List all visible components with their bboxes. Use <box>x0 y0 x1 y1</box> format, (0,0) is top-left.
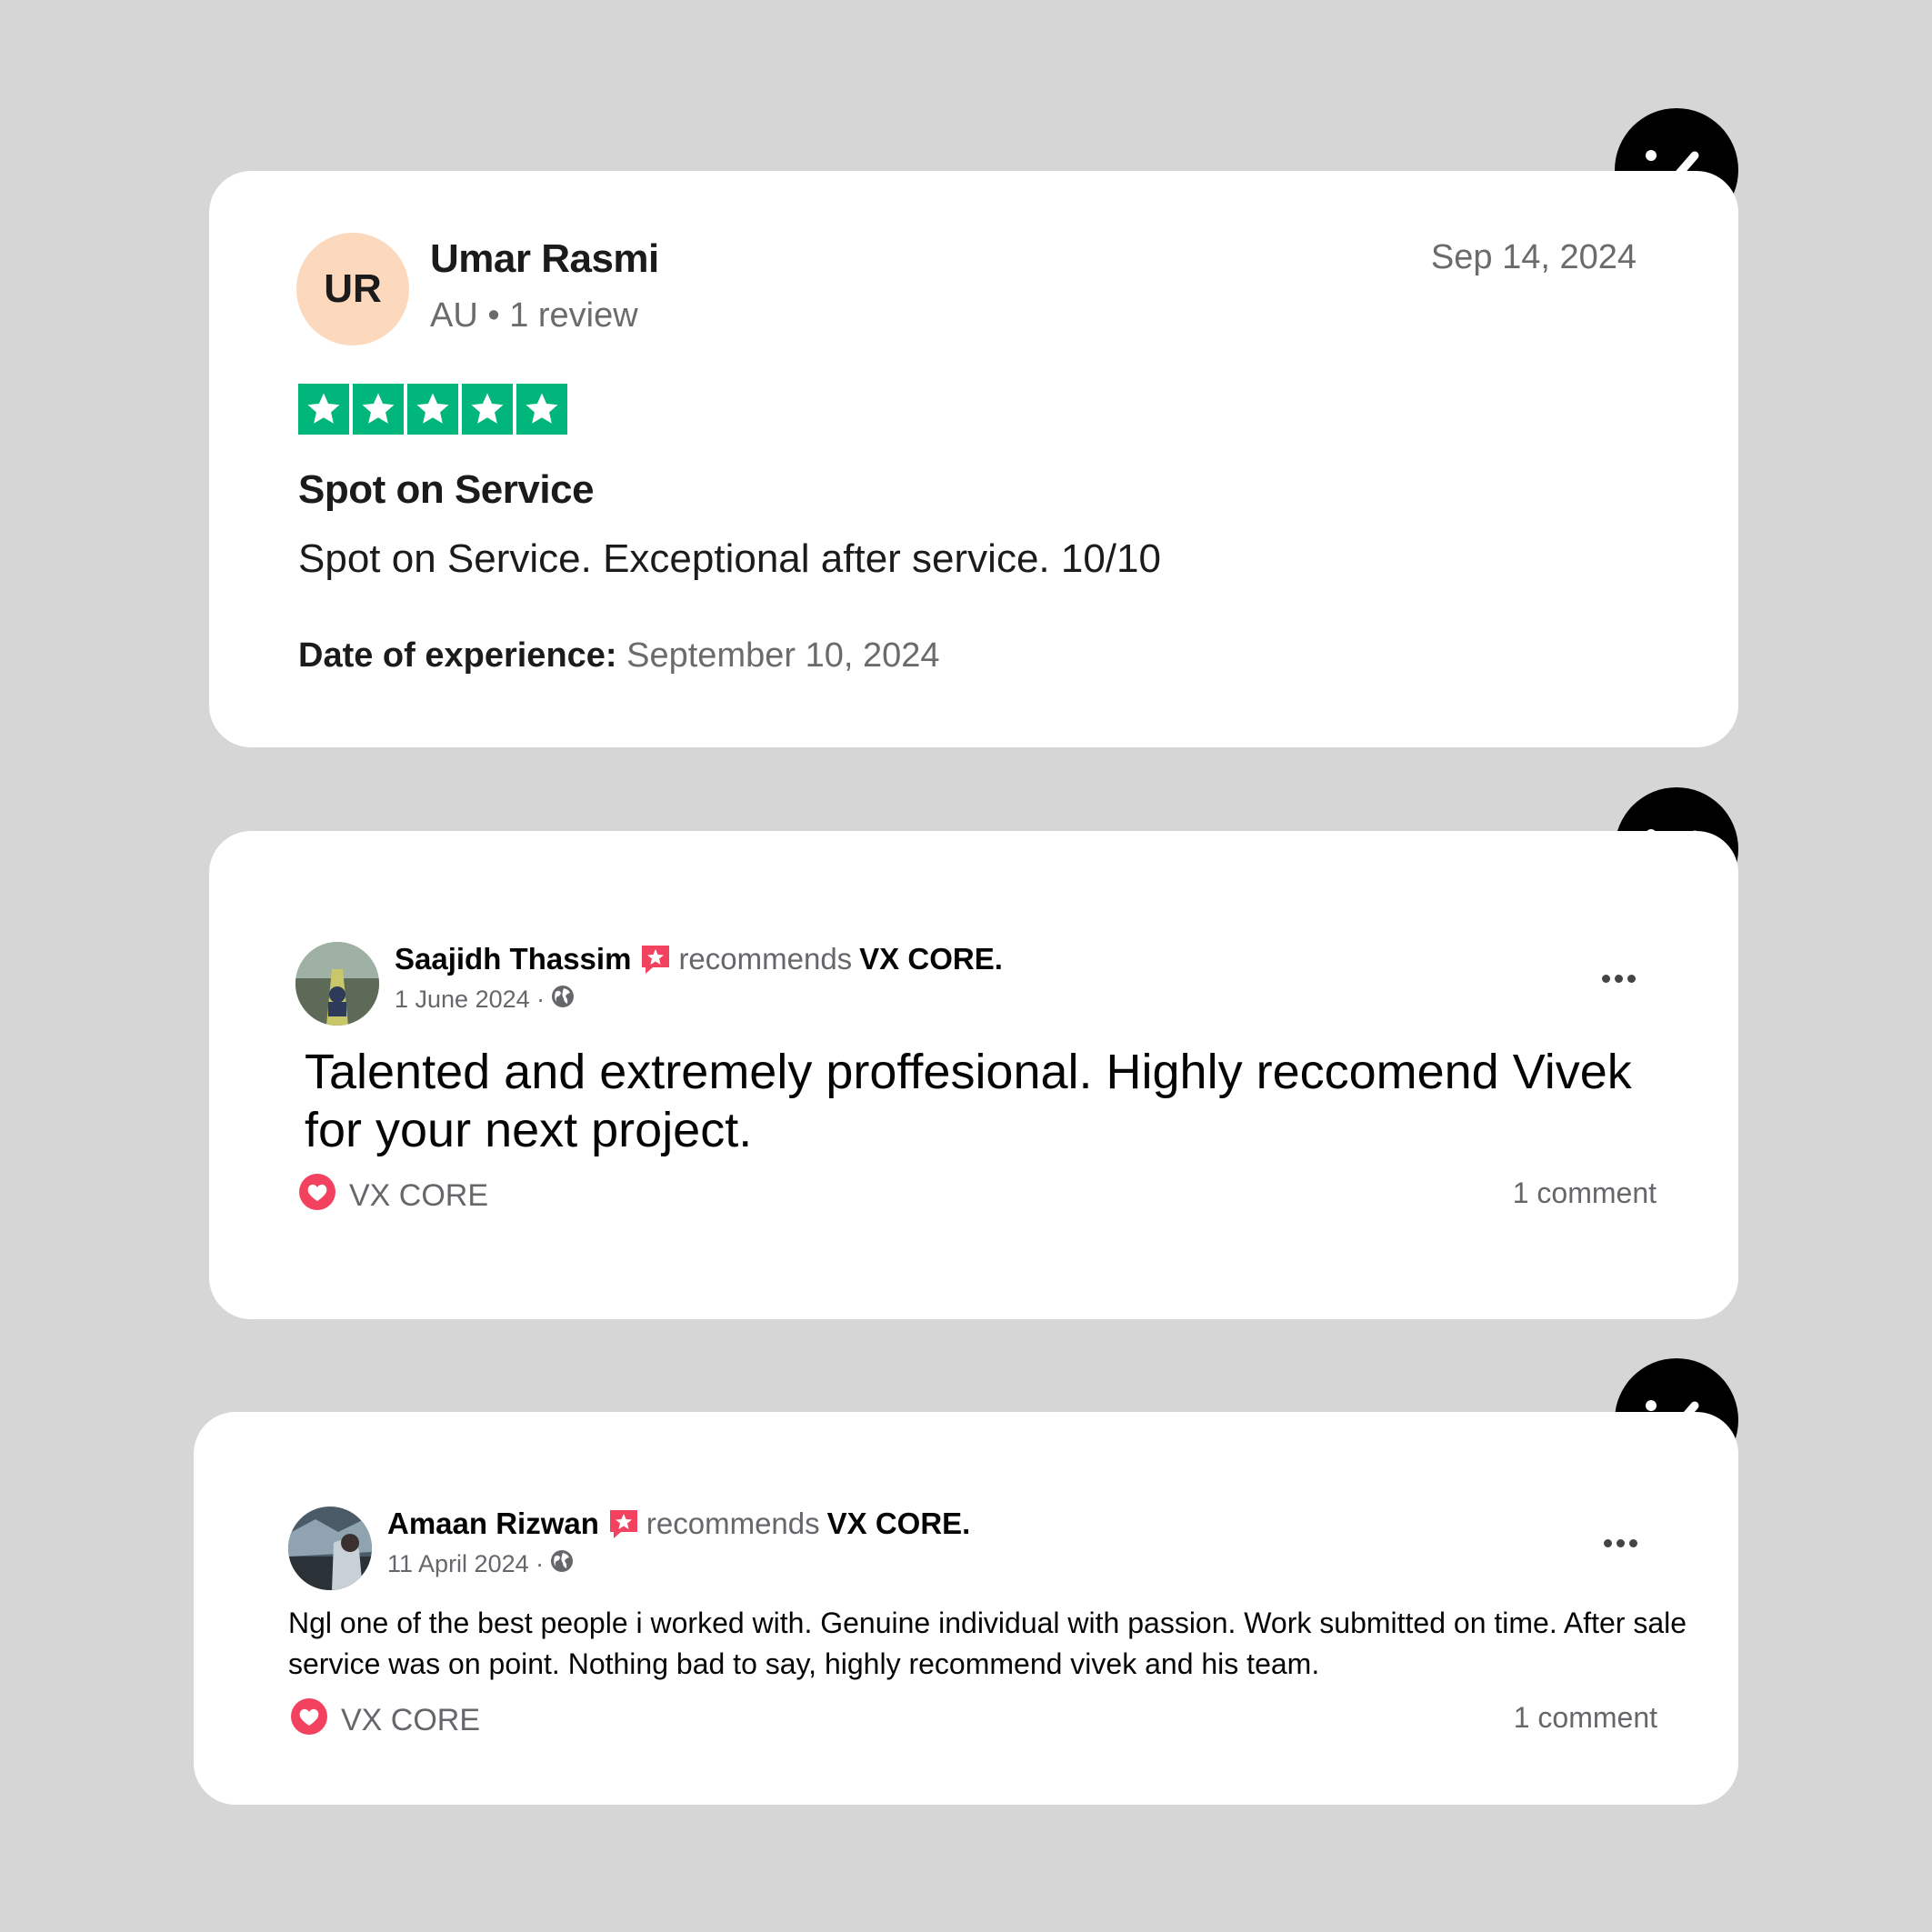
reviewer-name[interactable]: Saajidh Thassim <box>395 942 631 976</box>
review-date: Sep 14, 2024 <box>1430 238 1637 276</box>
recommend-star-icon <box>606 1507 641 1541</box>
page-name-link[interactable]: VX CORE. <box>827 1507 971 1541</box>
star-icon <box>516 384 567 435</box>
page-name-link[interactable]: VX CORE. <box>859 942 1003 976</box>
trustpilot-review-card: UR Umar Rasmi AU • 1 review Sep 14, 2024… <box>209 171 1738 747</box>
recommend-star-icon <box>638 942 673 976</box>
post-date[interactable]: 11 April 2024 · <box>387 1548 575 1580</box>
review-header: Saajidh Thassim recommends VX CORE. <box>395 942 1003 976</box>
review-title: Spot on Service <box>298 467 595 512</box>
reaction-name: VX CORE <box>341 1703 481 1737</box>
review-body: Talented and extremely proffesional. Hig… <box>305 1045 1632 1157</box>
recommends-text: recommends <box>646 1507 820 1540</box>
reaction-name: VX CORE <box>349 1178 489 1213</box>
experience-date: September 10, 2024 <box>626 636 940 675</box>
reviewer-name[interactable]: Amaan Rizwan <box>387 1507 599 1541</box>
comment-count-link[interactable]: 1 comment <box>1514 1701 1657 1735</box>
reviewer-name[interactable]: Umar Rasmi <box>430 236 659 282</box>
reaction-summary[interactable]: VX CORE <box>298 1173 488 1219</box>
review-body: Spot on Service. Exceptional after servi… <box>298 536 1161 581</box>
post-date-text: 1 June 2024 · <box>395 986 546 1013</box>
more-options-icon[interactable] <box>1602 975 1636 983</box>
date-of-experience: Date of experience: September 10, 2024 <box>298 636 940 676</box>
avatar[interactable]: UR <box>296 233 409 345</box>
review-body: Ngl one of the best people i worked with… <box>288 1607 1687 1680</box>
facebook-review-card: Saajidh Thassim recommends VX CORE. 1 Ju… <box>209 831 1738 1319</box>
post-date-text: 11 April 2024 · <box>387 1550 545 1577</box>
star-icon <box>298 384 349 435</box>
more-options-icon[interactable] <box>1604 1539 1637 1547</box>
comment-count-link[interactable]: 1 comment <box>1513 1176 1657 1210</box>
facebook-review-card: Amaan Rizwan recommends VX CORE. 11 Apri… <box>194 1412 1738 1805</box>
globe-icon <box>550 984 576 1016</box>
experience-label: Date of experience: <box>298 636 617 675</box>
reaction-summary[interactable]: VX CORE <box>290 1697 480 1744</box>
review-header: Amaan Rizwan recommends VX CORE. <box>387 1507 970 1541</box>
heart-reaction-icon <box>290 1697 328 1744</box>
star-rating <box>298 384 567 435</box>
globe-icon <box>549 1548 575 1580</box>
star-icon <box>407 384 458 435</box>
post-date[interactable]: 1 June 2024 · <box>395 984 576 1016</box>
star-icon <box>462 384 513 435</box>
heart-reaction-icon <box>298 1173 336 1219</box>
avatar[interactable] <box>295 942 379 1026</box>
avatar[interactable] <box>288 1507 372 1590</box>
star-icon <box>353 384 404 435</box>
recommends-text: recommends <box>678 942 853 976</box>
reviewer-meta: AU • 1 review <box>430 296 638 335</box>
